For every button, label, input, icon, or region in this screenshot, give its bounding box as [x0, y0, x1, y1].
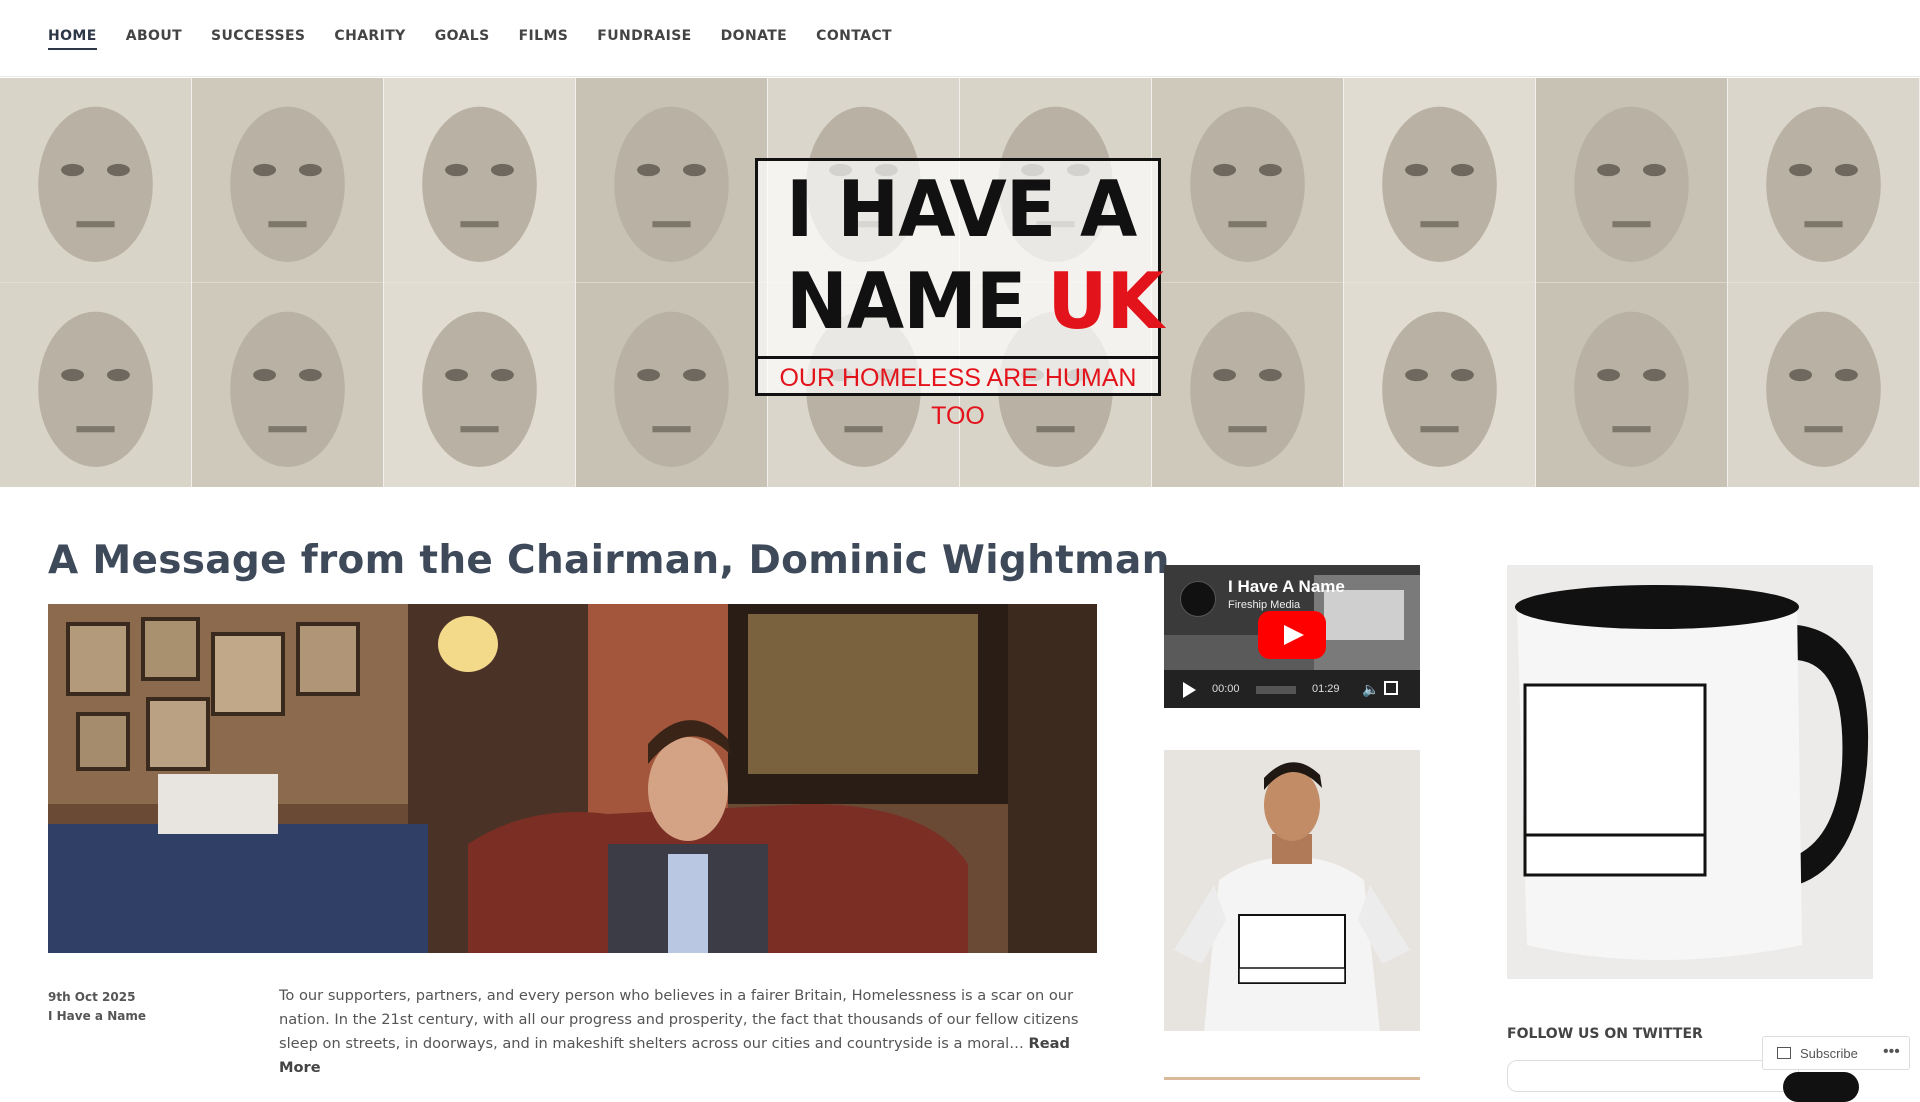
logo-uk: UK [1047, 256, 1163, 348]
face-portrait [1152, 78, 1344, 283]
chairman-photo [48, 604, 1097, 953]
logo-tagline: OUR HOMELESS ARE HUMAN TOO [758, 356, 1158, 430]
subscribe-button[interactable]: Subscribe ••• [1762, 1036, 1910, 1070]
face-portrait [1536, 78, 1728, 283]
subscribe-label: Subscribe [1800, 1046, 1858, 1061]
subscribe-icon [1777, 1047, 1791, 1059]
fullscreen-icon[interactable] [1384, 681, 1398, 695]
mug-ad[interactable] [1507, 565, 1873, 979]
face-portrait [0, 78, 192, 283]
video-channel[interactable]: Fireship Media [1228, 599, 1300, 611]
post-title[interactable]: A Message from the Chairman, Dominic Wig… [48, 538, 1170, 583]
face-portrait [1344, 282, 1536, 487]
more-options-icon[interactable]: ••• [1883, 1043, 1900, 1061]
mug-image [1507, 565, 1873, 979]
video-progress-track[interactable] [1256, 686, 1296, 694]
nav-item-home[interactable]: HOME [48, 28, 97, 50]
excerpt-text: To our supporters, partners, and every p… [279, 987, 1079, 1052]
nav-item-donate[interactable]: DONATE [721, 28, 788, 44]
header-banner: I HAVE A NAME UK OUR HOMELESS ARE HUMAN T… [0, 78, 1920, 487]
face-portrait [192, 282, 384, 487]
video-controls: 00:00 01:29 🔈 [1164, 670, 1420, 708]
logo-name: NAME [786, 256, 1026, 348]
post-date[interactable]: 9th Oct 2025 [48, 988, 146, 1007]
nav-item-contact[interactable]: CONTACT [816, 28, 892, 44]
face-portrait [1728, 282, 1920, 487]
logo-line-1: I HAVE A [786, 164, 1137, 256]
nav-item-films[interactable]: FILMS [519, 28, 569, 44]
video-title[interactable]: I Have A Name [1228, 577, 1345, 597]
video-current-time: 00:00 [1212, 683, 1240, 695]
face-portrait [0, 282, 192, 487]
video-duration: 01:29 [1312, 683, 1340, 695]
face-portrait [1728, 78, 1920, 283]
site-logo[interactable]: I HAVE A NAME UK OUR HOMELESS ARE HUMAN T… [755, 158, 1164, 430]
nav-item-about[interactable]: ABOUT [126, 28, 182, 44]
tshirt-ad[interactable] [1164, 750, 1420, 1031]
face-portrait [576, 78, 768, 283]
face-portrait [384, 78, 576, 283]
logo-line-2: NAME UK [786, 263, 1164, 341]
post-featured-image[interactable] [48, 604, 1097, 953]
post-excerpt: To our supporters, partners, and every p… [279, 984, 1079, 1080]
face-portrait [192, 78, 384, 283]
twitter-embed[interactable] [1507, 1060, 1799, 1092]
youtube-play-icon[interactable] [1258, 611, 1326, 659]
face-portrait [1344, 78, 1536, 283]
post-meta: 9th Oct 2025 I Have a Name [48, 988, 146, 1026]
nav-item-charity[interactable]: CHARITY [334, 28, 405, 44]
post-author[interactable]: I Have a Name [48, 1007, 146, 1026]
face-portrait [1152, 282, 1344, 487]
face-portrait [576, 282, 768, 487]
face-portrait [384, 282, 576, 487]
video-player[interactable]: I Have A Name Fireship Media 00:00 01:29… [1164, 565, 1420, 708]
nav-item-goals[interactable]: GOALS [435, 28, 490, 44]
channel-avatar[interactable] [1180, 581, 1216, 617]
face-portrait [1536, 282, 1728, 487]
twitter-follow-button[interactable] [1783, 1072, 1859, 1102]
follow-twitter-heading: FOLLOW US ON TWITTER [1507, 1026, 1703, 1042]
nav-item-fundraise[interactable]: FUNDRAISE [597, 28, 691, 44]
play-icon[interactable] [1183, 682, 1196, 698]
nav-item-successes[interactable]: SUCCESSES [211, 28, 305, 44]
tshirt-image [1164, 750, 1420, 1031]
nav-menu: HOME ABOUT SUCCESSES CHARITY GOALS FILMS… [48, 28, 921, 50]
volume-icon[interactable]: 🔈 [1362, 681, 1379, 698]
top-navigation: HOME ABOUT SUCCESSES CHARITY GOALS FILMS… [0, 0, 1920, 77]
